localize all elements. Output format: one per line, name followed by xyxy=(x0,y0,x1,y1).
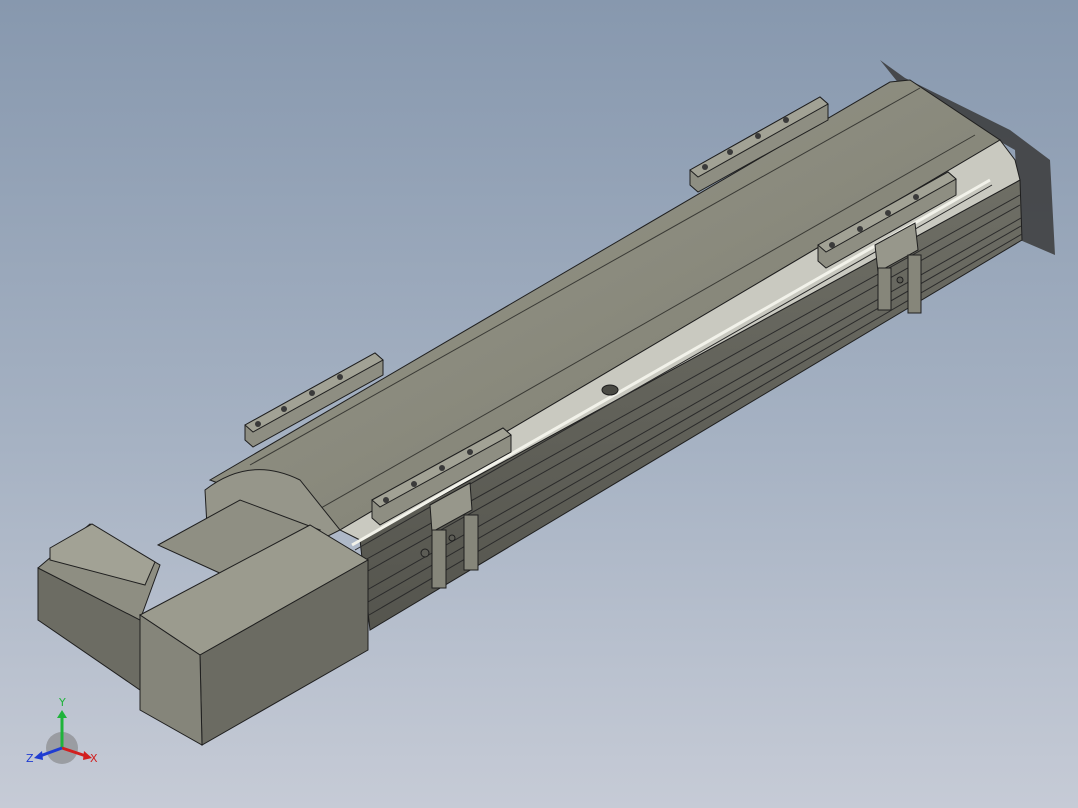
coordinate-triad[interactable]: Y X Z xyxy=(20,690,110,780)
x-axis-label: X xyxy=(90,752,98,765)
linear-actuator-model[interactable] xyxy=(0,0,1078,808)
y-axis-label: Y xyxy=(58,696,66,709)
graphics-viewport[interactable]: Y X Z xyxy=(0,0,1078,808)
y-axis-arrow-icon xyxy=(57,710,67,718)
z-axis-arrow-icon xyxy=(34,751,43,760)
cover-hole xyxy=(601,384,619,396)
z-axis-label: Z xyxy=(26,752,34,765)
